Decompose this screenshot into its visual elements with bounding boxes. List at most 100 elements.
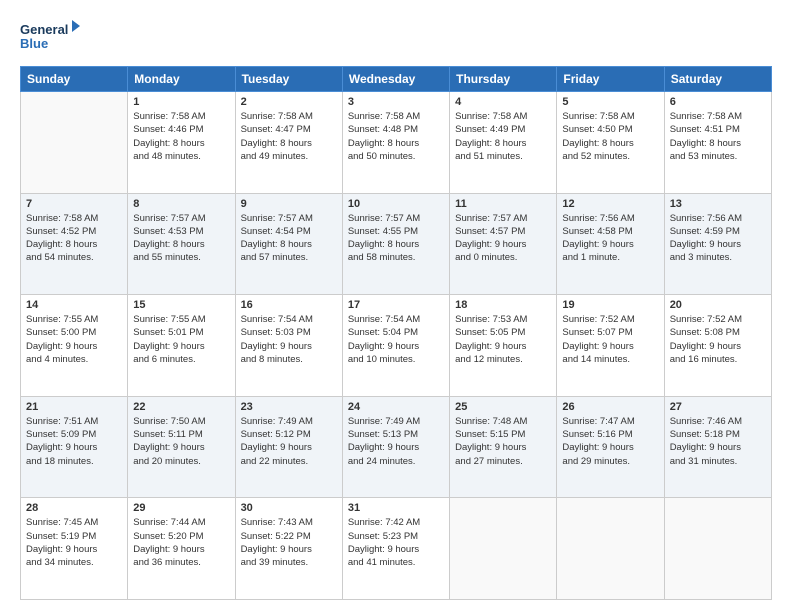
day-info: Sunrise: 7:58 AMSunset: 4:52 PMDaylight:… xyxy=(26,212,122,265)
day-number: 2 xyxy=(241,96,337,108)
day-header-monday: Monday xyxy=(128,67,235,92)
day-number: 20 xyxy=(670,299,766,311)
day-number: 18 xyxy=(455,299,551,311)
day-number: 30 xyxy=(241,502,337,514)
calendar-cell: 24 Sunrise: 7:49 AMSunset: 5:13 PMDayligh… xyxy=(342,396,449,498)
day-number: 24 xyxy=(348,401,444,413)
calendar-week-row: 14 Sunrise: 7:55 AMSunset: 5:00 PMDayligh… xyxy=(21,295,772,397)
calendar-cell: 2 Sunrise: 7:58 AMSunset: 4:47 PMDaylight… xyxy=(235,92,342,194)
day-number: 9 xyxy=(241,198,337,210)
day-header-wednesday: Wednesday xyxy=(342,67,449,92)
day-number: 10 xyxy=(348,198,444,210)
day-number: 19 xyxy=(562,299,658,311)
day-info: Sunrise: 7:57 AMSunset: 4:57 PMDaylight:… xyxy=(455,212,551,265)
calendar-cell: 27Sunrise: 7:46 AMSunset: 5:18 PMDayligh… xyxy=(664,396,771,498)
day-info: Sunrise: 7:54 AMSunset: 5:04 PMDaylight:… xyxy=(348,313,444,366)
day-header-saturday: Saturday xyxy=(664,67,771,92)
calendar-cell: 15 Sunrise: 7:55 AMSunset: 5:01 PMDayligh… xyxy=(128,295,235,397)
day-number: 29 xyxy=(133,502,229,514)
day-number: 26 xyxy=(562,401,658,413)
day-info: Sunrise: 7:45 AMSunset: 5:19 PMDaylight:… xyxy=(26,516,122,569)
calendar-week-row: 1Sunrise: 7:58 AMSunset: 4:46 PMDaylight… xyxy=(21,92,772,194)
calendar-header-row: SundayMondayTuesdayWednesdayThursdayFrid… xyxy=(21,67,772,92)
day-number: 8 xyxy=(133,198,229,210)
calendar-cell: 25 Sunrise: 7:48 AMSunset: 5:15 PMDayligh… xyxy=(450,396,557,498)
calendar-cell: 18 Sunrise: 7:53 AMSunset: 5:05 PMDayligh… xyxy=(450,295,557,397)
day-info: Sunrise: 7:55 AMSunset: 5:01 PMDaylight:… xyxy=(133,313,229,366)
calendar-cell: 14 Sunrise: 7:55 AMSunset: 5:00 PMDayligh… xyxy=(21,295,128,397)
calendar-cell: 3 Sunrise: 7:58 AMSunset: 4:48 PMDaylight… xyxy=(342,92,449,194)
calendar-cell: 31 Sunrise: 7:42 AMSunset: 5:23 PMDayligh… xyxy=(342,498,449,600)
day-info: Sunrise: 7:51 AMSunset: 5:09 PMDaylight:… xyxy=(26,415,122,468)
calendar-cell xyxy=(21,92,128,194)
day-number: 11 xyxy=(455,198,551,210)
day-info: Sunrise: 7:58 AMSunset: 4:47 PMDaylight:… xyxy=(241,110,337,163)
day-info: Sunrise: 7:57 AMSunset: 4:55 PMDaylight:… xyxy=(348,212,444,265)
day-number: 14 xyxy=(26,299,122,311)
day-info: Sunrise: 7:52 AMSunset: 5:07 PMDaylight:… xyxy=(562,313,658,366)
calendar-cell: 6 Sunrise: 7:58 AMSunset: 4:51 PMDaylight… xyxy=(664,92,771,194)
calendar-cell: 29 Sunrise: 7:44 AMSunset: 5:20 PMDayligh… xyxy=(128,498,235,600)
day-number: 22 xyxy=(133,401,229,413)
calendar-table: SundayMondayTuesdayWednesdayThursdayFrid… xyxy=(20,66,772,600)
day-info: Sunrise: 7:42 AMSunset: 5:23 PMDaylight:… xyxy=(348,516,444,569)
day-info: Sunrise: 7:49 AMSunset: 5:13 PMDaylight:… xyxy=(348,415,444,468)
calendar-cell: 10 Sunrise: 7:57 AMSunset: 4:55 PMDayligh… xyxy=(342,193,449,295)
day-info: Sunrise: 7:58 AMSunset: 4:50 PMDaylight:… xyxy=(562,110,658,163)
calendar-cell: 30Sunrise: 7:43 AMSunset: 5:22 PMDayligh… xyxy=(235,498,342,600)
calendar-week-row: 28 Sunrise: 7:45 AMSunset: 5:19 PMDayligh… xyxy=(21,498,772,600)
day-info: Sunrise: 7:49 AMSunset: 5:12 PMDaylight:… xyxy=(241,415,337,468)
calendar-cell: 8Sunrise: 7:57 AMSunset: 4:53 PMDaylight… xyxy=(128,193,235,295)
calendar-cell xyxy=(557,498,664,600)
day-number: 7 xyxy=(26,198,122,210)
day-info: Sunrise: 7:56 AMSunset: 4:58 PMDaylight:… xyxy=(562,212,658,265)
calendar-cell: 7 Sunrise: 7:58 AMSunset: 4:52 PMDaylight… xyxy=(21,193,128,295)
svg-text:General: General xyxy=(20,22,68,37)
calendar-cell: 26 Sunrise: 7:47 AMSunset: 5:16 PMDayligh… xyxy=(557,396,664,498)
calendar-week-row: 21 Sunrise: 7:51 AMSunset: 5:09 PMDayligh… xyxy=(21,396,772,498)
day-info: Sunrise: 7:58 AMSunset: 4:49 PMDaylight:… xyxy=(455,110,551,163)
calendar-cell: 12 Sunrise: 7:56 AMSunset: 4:58 PMDayligh… xyxy=(557,193,664,295)
calendar-cell: 16Sunrise: 7:54 AMSunset: 5:03 PMDayligh… xyxy=(235,295,342,397)
day-info: Sunrise: 7:55 AMSunset: 5:00 PMDaylight:… xyxy=(26,313,122,366)
calendar-cell: 17Sunrise: 7:54 AMSunset: 5:04 PMDayligh… xyxy=(342,295,449,397)
day-number: 25 xyxy=(455,401,551,413)
calendar-cell xyxy=(664,498,771,600)
day-number: 31 xyxy=(348,502,444,514)
day-number: 15 xyxy=(133,299,229,311)
day-header-sunday: Sunday xyxy=(21,67,128,92)
calendar-cell: 9Sunrise: 7:57 AMSunset: 4:54 PMDaylight… xyxy=(235,193,342,295)
calendar-cell: 20Sunrise: 7:52 AMSunset: 5:08 PMDayligh… xyxy=(664,295,771,397)
calendar-cell: 19 Sunrise: 7:52 AMSunset: 5:07 PMDayligh… xyxy=(557,295,664,397)
day-number: 28 xyxy=(26,502,122,514)
day-number: 23 xyxy=(241,401,337,413)
calendar-cell: 5Sunrise: 7:58 AMSunset: 4:50 PMDaylight… xyxy=(557,92,664,194)
day-info: Sunrise: 7:44 AMSunset: 5:20 PMDaylight:… xyxy=(133,516,229,569)
page: General Blue SundayMondayTuesdayWednesda… xyxy=(0,0,792,612)
day-info: Sunrise: 7:47 AMSunset: 5:16 PMDaylight:… xyxy=(562,415,658,468)
day-info: Sunrise: 7:56 AMSunset: 4:59 PMDaylight:… xyxy=(670,212,766,265)
day-info: Sunrise: 7:48 AMSunset: 5:15 PMDaylight:… xyxy=(455,415,551,468)
calendar-cell: 4Sunrise: 7:58 AMSunset: 4:49 PMDaylight… xyxy=(450,92,557,194)
calendar-cell: 13 Sunrise: 7:56 AMSunset: 4:59 PMDayligh… xyxy=(664,193,771,295)
logo-svg: General Blue xyxy=(20,18,80,56)
calendar-week-row: 7 Sunrise: 7:58 AMSunset: 4:52 PMDaylight… xyxy=(21,193,772,295)
svg-text:Blue: Blue xyxy=(20,36,48,51)
day-number: 13 xyxy=(670,198,766,210)
calendar-cell: 23 Sunrise: 7:49 AMSunset: 5:12 PMDayligh… xyxy=(235,396,342,498)
calendar-cell: 28 Sunrise: 7:45 AMSunset: 5:19 PMDayligh… xyxy=(21,498,128,600)
day-number: 3 xyxy=(348,96,444,108)
day-number: 12 xyxy=(562,198,658,210)
day-number: 16 xyxy=(241,299,337,311)
day-info: Sunrise: 7:58 AMSunset: 4:46 PMDaylight:… xyxy=(133,110,229,163)
logo: General Blue xyxy=(20,18,80,56)
day-info: Sunrise: 7:58 AMSunset: 4:48 PMDaylight:… xyxy=(348,110,444,163)
day-info: Sunrise: 7:53 AMSunset: 5:05 PMDaylight:… xyxy=(455,313,551,366)
day-number: 21 xyxy=(26,401,122,413)
day-number: 27 xyxy=(670,401,766,413)
header: General Blue xyxy=(20,18,772,56)
calendar-cell xyxy=(450,498,557,600)
day-info: Sunrise: 7:58 AMSunset: 4:51 PMDaylight:… xyxy=(670,110,766,163)
day-number: 6 xyxy=(670,96,766,108)
calendar-cell: 11 Sunrise: 7:57 AMSunset: 4:57 PMDayligh… xyxy=(450,193,557,295)
